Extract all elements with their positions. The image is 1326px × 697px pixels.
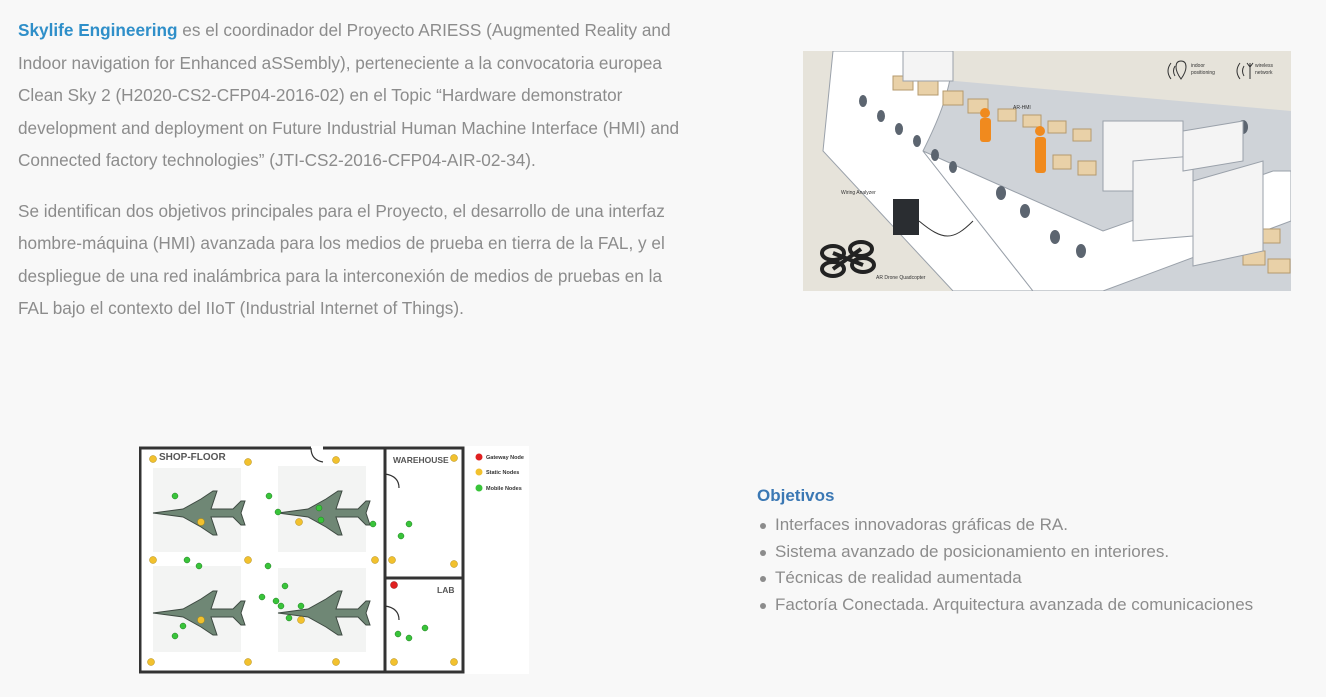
intro-paragraph-1-text: es el coordinador del Proyecto ARIESS (A… [18,20,680,170]
legend-static-icon [475,468,483,476]
shop-floor-label: SHOP-FLOOR [159,452,226,463]
lab-label: LAB [437,585,454,595]
floor-plan-diagram: SHOP-FLOOR WAREHOUSE LAB Gateway Node St… [138,446,529,674]
objective-item: Técnicas de realidad aumentada [757,565,1317,592]
brand-name: Skylife Engineering [18,20,178,40]
label-indoor: indoor [1191,63,1205,69]
label-wireless: wireless [1255,63,1274,69]
label-drone: AR Drone Quadcopter [876,275,926,281]
floor-plan-svg: SHOP-FLOOR WAREHOUSE LAB Gateway Node St… [138,446,529,674]
intro-paragraph-2: Se identifican dos objetivos principales… [18,200,665,319]
intro-text: Skylife Engineering es el coordinador de… [18,14,690,343]
intro-paragraph-1: Skylife Engineering es el coordinador de… [18,14,690,177]
warehouse-label: WAREHOUSE [393,455,449,465]
aircraft-cabin-illustration: AR-HMI Wiring Analyzer AR Drone Quadcopt… [803,51,1291,291]
legend-static-label: Static Nodes [486,470,519,476]
objective-item: Sistema avanzado de posicionamiento en i… [757,539,1317,566]
label-positioning: positioning [1191,70,1215,76]
aircraft-cabin-image: AR-HMI Wiring Analyzer AR Drone Quadcopt… [803,51,1291,291]
objectives-list: Interfaces innovadoras gráficas de RA. S… [757,512,1317,618]
legend-mobile-label: Mobile Nodes [486,486,522,492]
objective-item: Interfaces innovadoras gráficas de RA. [757,512,1317,539]
objectives-section: Objetivos Interfaces innovadoras gráfica… [757,486,1317,618]
objective-item: Factoría Conectada. Arquitectura avanzad… [757,592,1317,619]
legend-mobile-icon [475,484,483,492]
legend-gateway-icon [475,453,483,461]
legend-gateway-label: Gateway Node [486,455,524,461]
label-wiring-analyzer: Wiring Analyzer [841,190,876,196]
gateway-node [390,581,398,589]
label-air-hmi: AR-HMI [1013,105,1031,111]
objectives-title: Objetivos [757,486,835,505]
label-network: network [1255,70,1273,76]
